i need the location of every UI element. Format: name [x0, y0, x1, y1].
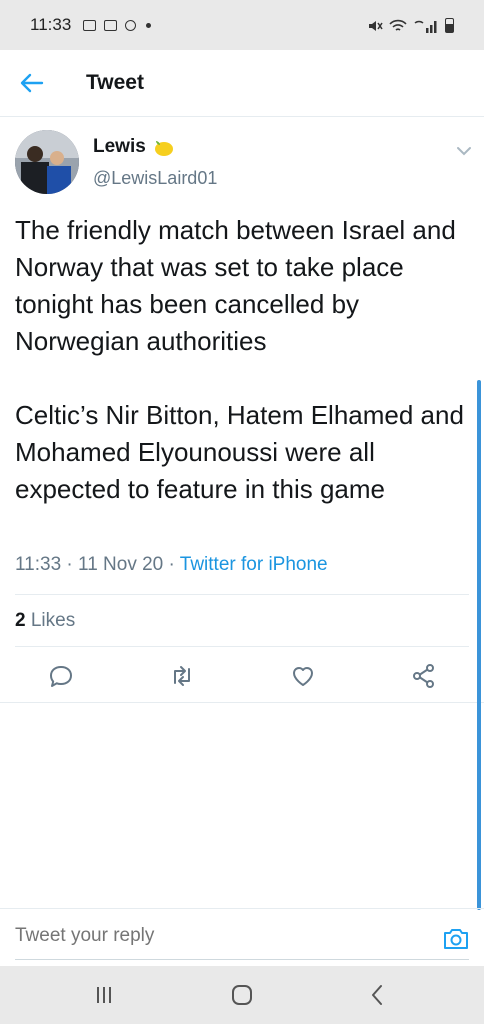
divider — [15, 594, 469, 595]
author-name-row: Lewis — [93, 136, 174, 158]
status-time: 11:33 — [30, 15, 72, 34]
back-arrow-icon — [20, 73, 44, 93]
page-title: Tweet — [86, 71, 144, 94]
meta-separator: · — [66, 554, 79, 575]
mute-icon — [369, 20, 383, 31]
battery-icon — [445, 17, 454, 33]
system-nav-bar — [0, 966, 484, 1024]
tweet-time: 11:33 — [15, 554, 62, 575]
tweet-date: 11 Nov 20 — [78, 554, 164, 575]
tweet-paragraph: Celtic’s Nir Bitton, Hatem Elhamed and M… — [15, 400, 464, 504]
like-icon[interactable] — [289, 662, 317, 690]
back-button[interactable] — [0, 50, 64, 117]
author-name[interactable]: Lewis — [93, 136, 146, 158]
recent-apps-icon[interactable] — [90, 982, 118, 1008]
tweet-actions — [0, 650, 484, 702]
reply-input[interactable] — [15, 925, 415, 947]
meta-separator: · — [168, 554, 180, 575]
avatar[interactable] — [15, 130, 79, 194]
avatar-photo — [15, 130, 79, 194]
reply-icon[interactable] — [47, 662, 75, 690]
tweet-source-link[interactable]: Twitter for iPhone — [180, 554, 328, 575]
status-right — [367, 17, 454, 33]
chevron-down-icon[interactable] — [453, 140, 475, 162]
image-notification-icon — [83, 19, 97, 31]
back-icon[interactable] — [364, 982, 392, 1008]
retweet-icon[interactable] — [168, 662, 196, 690]
likes-count[interactable]: 2 Likes — [15, 610, 75, 632]
divider — [0, 702, 484, 703]
top-app-bar: Tweet — [0, 50, 484, 117]
tweet-text: The friendly match between Israel and No… — [15, 212, 475, 508]
tweet-paragraph: The friendly match between Israel and No… — [15, 215, 456, 356]
app-notification-icon — [125, 19, 137, 31]
more-notifications-icon — [146, 22, 152, 28]
scrollbar[interactable] — [477, 380, 481, 910]
camera-icon[interactable] — [442, 925, 470, 951]
signal-icon — [414, 20, 437, 33]
divider — [15, 646, 469, 647]
tweet-author: Lewis @LewisLaird01 — [15, 130, 475, 196]
author-handle[interactable]: @LewisLaird01 — [93, 168, 217, 189]
likes-label: Likes — [30, 610, 76, 631]
status-left: 11:33 — [30, 15, 152, 35]
mail-notification-icon — [104, 19, 118, 31]
likes-number: 2 — [15, 610, 26, 631]
tweet-meta: 11:33 · 11 Nov 20 · Twitter for iPhone — [15, 554, 328, 576]
wifi-icon — [389, 19, 407, 31]
home-icon[interactable] — [228, 982, 256, 1008]
reply-bar — [0, 908, 484, 966]
lemon-emoji-icon — [154, 141, 173, 156]
reply-underline — [15, 959, 469, 960]
status-bar: 11:33 — [0, 0, 484, 50]
share-icon[interactable] — [410, 662, 438, 690]
